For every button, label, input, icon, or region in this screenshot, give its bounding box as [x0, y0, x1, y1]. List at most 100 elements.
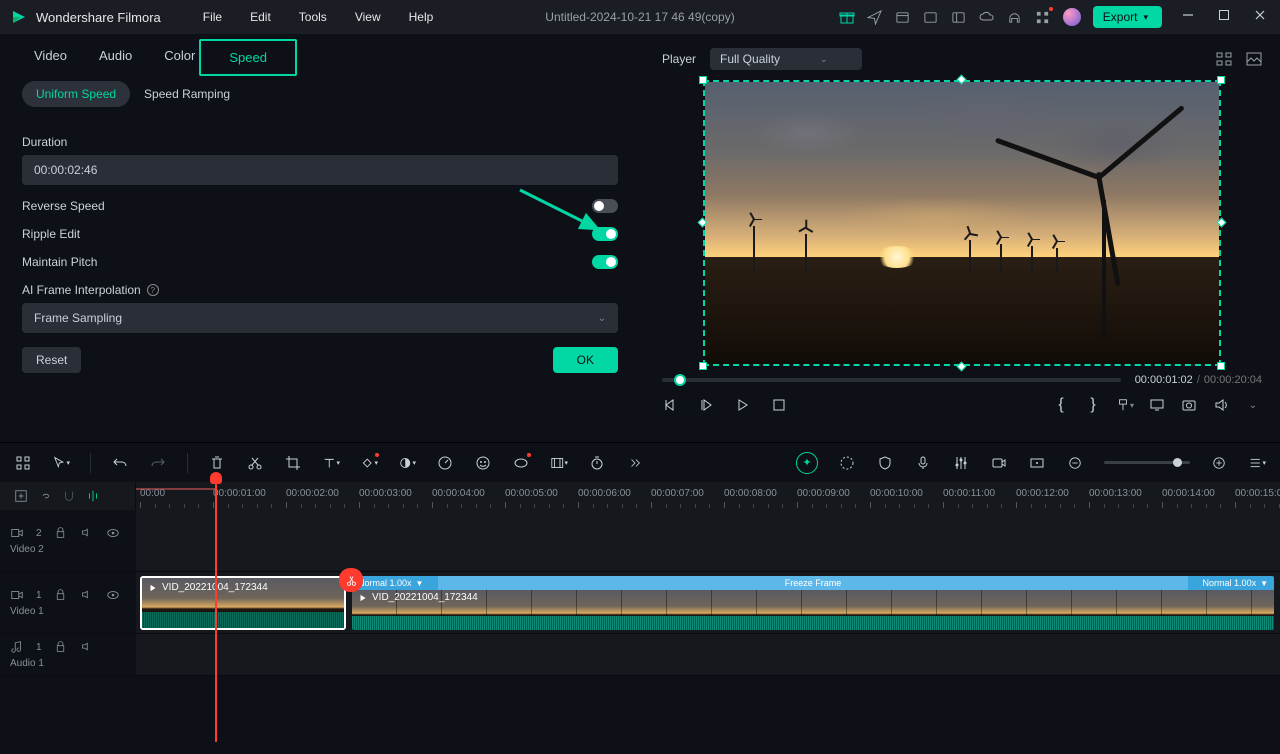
gift-icon[interactable]	[839, 9, 855, 25]
speed-subtabs: Uniform Speed Speed Ramping	[16, 77, 636, 111]
color-icon[interactable]: ▾	[398, 454, 416, 472]
delete-icon[interactable]	[208, 454, 226, 472]
track-lane-video2[interactable]	[136, 510, 1280, 571]
quality-select[interactable]: Full Quality⌄	[710, 48, 862, 70]
mic-icon[interactable]	[914, 454, 932, 472]
document-title: Untitled-2024-10-21 17 46 49(copy)	[545, 10, 734, 24]
lock-icon[interactable]	[54, 526, 68, 540]
list-icon[interactable]: ▾	[1248, 454, 1266, 472]
volume-icon[interactable]	[1212, 396, 1230, 414]
marker-tool-icon[interactable]: ▾	[1116, 396, 1134, 414]
eye-icon[interactable]	[106, 588, 120, 602]
send-icon[interactable]	[867, 9, 883, 25]
zoom-slider[interactable]	[1104, 461, 1190, 464]
minimize-button[interactable]	[1182, 9, 1198, 25]
reset-button[interactable]: Reset	[22, 347, 81, 373]
track-lane-video1[interactable]: VID_20221004_172344 Normal 1.00x▼ Freeze…	[136, 572, 1280, 633]
eye-icon[interactable]	[106, 526, 120, 540]
subtab-uniform-speed[interactable]: Uniform Speed	[22, 81, 130, 107]
effects-icon[interactable]	[474, 454, 492, 472]
snapshot-icon[interactable]	[1180, 396, 1198, 414]
ok-button[interactable]: OK	[553, 347, 618, 373]
lock-icon[interactable]	[54, 640, 68, 654]
marker-icon[interactable]	[1028, 454, 1046, 472]
clip-freeze[interactable]: Normal 1.00x▼ Freeze Frame Normal 1.00x▼…	[352, 576, 1274, 630]
subtab-speed-ramping[interactable]: Speed Ramping	[130, 81, 244, 107]
preview-viewport[interactable]	[703, 80, 1221, 366]
zoom-in-icon[interactable]	[1210, 454, 1228, 472]
scrub-slider[interactable]	[662, 378, 1121, 382]
zoom-out-icon[interactable]	[1066, 454, 1084, 472]
menu-view[interactable]: View	[355, 10, 381, 24]
player-panel: Player Full Quality⌄ 0	[648, 34, 1280, 442]
ripple-edit-toggle[interactable]	[592, 227, 618, 241]
menu-help[interactable]: Help	[409, 10, 434, 24]
bracket-right-icon[interactable]: }	[1084, 396, 1102, 414]
maintain-pitch-toggle[interactable]	[592, 255, 618, 269]
cloud-icon[interactable]	[979, 9, 995, 25]
record-icon[interactable]	[990, 454, 1008, 472]
maximize-button[interactable]	[1218, 9, 1234, 25]
redo-icon[interactable]	[149, 454, 167, 472]
clip-selected[interactable]: VID_20221004_172344	[140, 576, 346, 630]
mask-icon[interactable]	[512, 454, 530, 472]
menu-edit[interactable]: Edit	[250, 10, 271, 24]
play-button[interactable]	[734, 396, 752, 414]
step-back-button[interactable]	[698, 396, 716, 414]
image-view-icon[interactable]	[1246, 51, 1262, 67]
add-media-icon[interactable]	[14, 489, 28, 503]
prev-frame-button[interactable]	[662, 396, 680, 414]
mute-icon[interactable]	[80, 588, 94, 602]
tab-speed[interactable]: Speed	[199, 39, 297, 76]
mute-icon[interactable]	[80, 640, 94, 654]
ai-interp-select[interactable]: Frame Sampling ⌄	[22, 303, 618, 333]
menu-tools[interactable]: Tools	[299, 10, 327, 24]
menu-file[interactable]: File	[203, 10, 222, 24]
keyframe-icon[interactable]: ▾	[360, 454, 378, 472]
playhead[interactable]	[215, 482, 217, 742]
split-marker-icon[interactable]	[339, 568, 363, 592]
crop-icon[interactable]	[284, 454, 302, 472]
tab-color[interactable]: Color	[164, 48, 195, 67]
undo-icon[interactable]	[111, 454, 129, 472]
avatar-icon[interactable]	[1063, 8, 1081, 26]
apps-icon[interactable]	[1035, 9, 1051, 25]
ai-button[interactable]: ✦	[796, 452, 818, 474]
render-icon[interactable]	[838, 454, 856, 472]
reverse-speed-toggle[interactable]	[592, 199, 618, 213]
more-tools-icon[interactable]	[626, 454, 644, 472]
close-button[interactable]	[1254, 9, 1270, 25]
timer-icon[interactable]	[588, 454, 606, 472]
tab-video[interactable]: Video	[34, 48, 67, 67]
adjust-icon[interactable]: ▾	[550, 454, 568, 472]
time-ruler[interactable]: 00:0000:00:01:0000:00:02:0000:00:03:0000…	[136, 482, 1280, 510]
track-head-audio1: 1 Audio 1	[0, 634, 136, 675]
grid-view-icon[interactable]	[1216, 51, 1232, 67]
magnet-icon[interactable]	[62, 489, 76, 503]
panel3-icon[interactable]	[951, 9, 967, 25]
tab-audio[interactable]: Audio	[99, 48, 132, 67]
stop-button[interactable]	[770, 396, 788, 414]
export-button[interactable]: Export	[1093, 6, 1162, 28]
speed-tool-icon[interactable]	[436, 454, 454, 472]
split-icon[interactable]	[246, 454, 264, 472]
timeline-area: ▾ ▾ ▾ ▾ ▾ ✦ ▾	[0, 442, 1280, 754]
settings-chevron-icon[interactable]: ⌄	[1244, 396, 1262, 414]
link-icon[interactable]	[38, 489, 52, 503]
pointer-tool-icon[interactable]: ▾	[52, 454, 70, 472]
text-icon[interactable]: ▾	[322, 454, 340, 472]
snap-icon[interactable]	[86, 489, 100, 503]
lock-icon[interactable]	[54, 588, 68, 602]
shield-icon[interactable]	[876, 454, 894, 472]
panel1-icon[interactable]	[895, 9, 911, 25]
panel2-icon[interactable]	[923, 9, 939, 25]
select-tool-icon[interactable]	[14, 454, 32, 472]
info-icon[interactable]: ?	[147, 284, 159, 296]
bracket-left-icon[interactable]: {	[1052, 396, 1070, 414]
track-lane-audio1[interactable]	[136, 634, 1280, 675]
duration-input[interactable]	[22, 155, 618, 185]
mixer-icon[interactable]	[952, 454, 970, 472]
headphones-icon[interactable]	[1007, 9, 1023, 25]
mute-icon[interactable]	[80, 526, 94, 540]
display-icon[interactable]	[1148, 396, 1166, 414]
